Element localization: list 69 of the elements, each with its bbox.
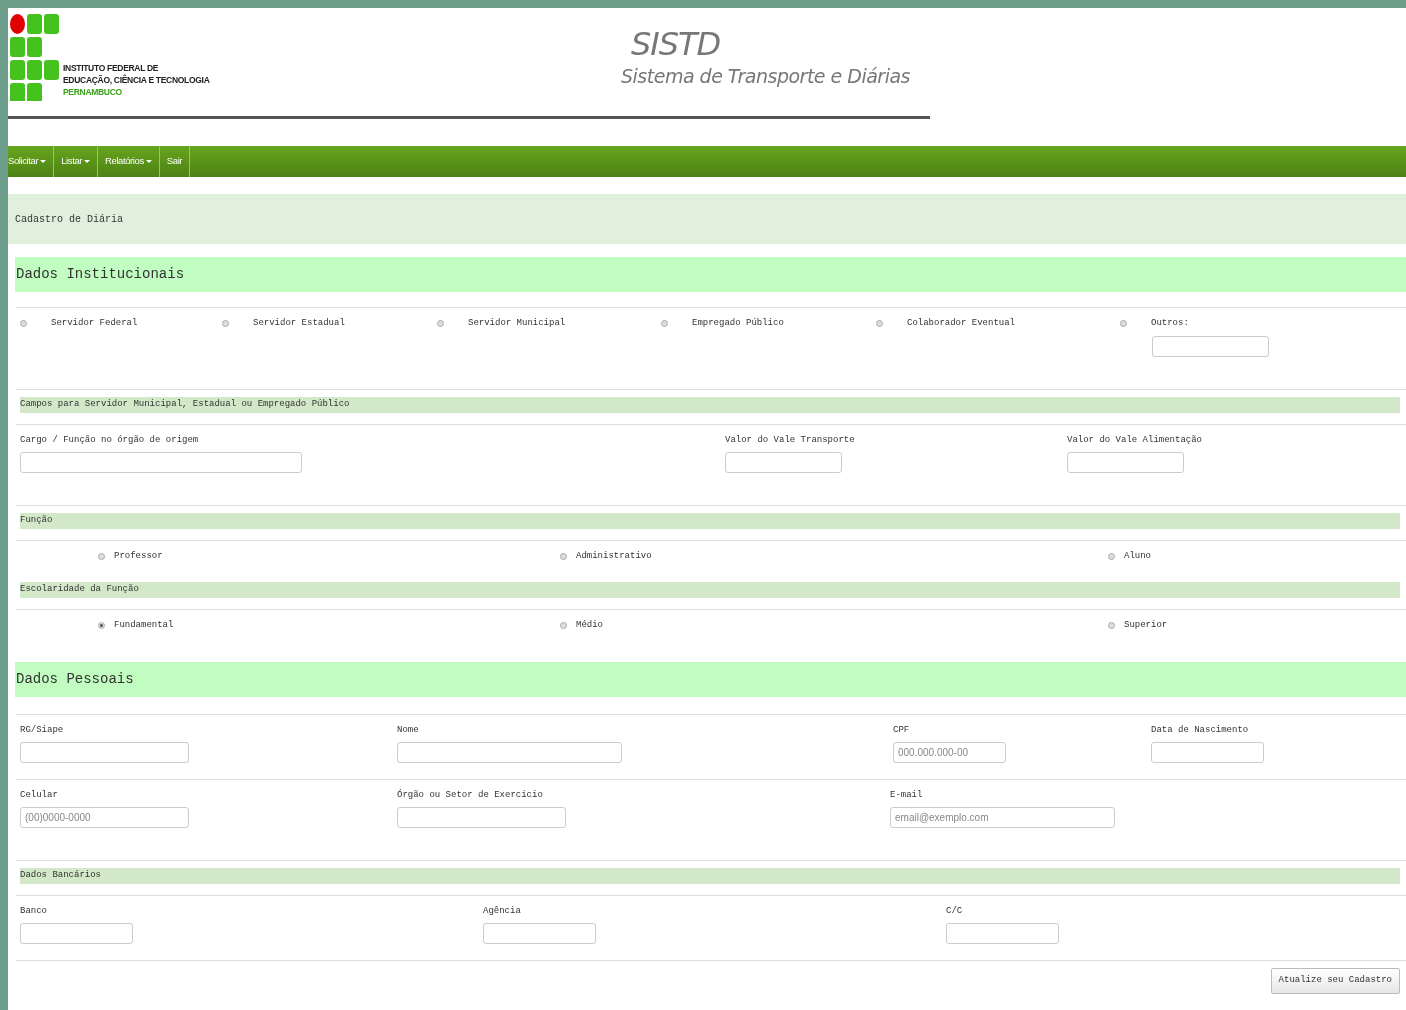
input-field[interactable] [397,806,566,828]
radio-label: Empregado Público [692,317,784,330]
input-field[interactable] [20,922,133,944]
field-label: Agência [483,905,522,918]
subsection-heading: Escolaridade da Função [20,582,1400,598]
app-subtitle: Sistema de Transporte e Diárias [621,64,910,89]
subsection-heading: Campos para Servidor Municipal, Estadual ou Empregado Público [20,397,1400,413]
field-label: RG/Siape [20,724,65,737]
page-title: Cadastro de Diária [8,194,1406,244]
field-label: Cargo / Função no órgão de origem [20,434,200,447]
radio-label: Aluno [1124,550,1151,563]
radio-label: Professor [114,550,163,563]
input-field[interactable] [1067,451,1184,473]
field-label: CPF [893,724,911,737]
radio-label: Médio [576,619,603,632]
radio-button[interactable] [1120,320,1127,328]
field-label: Banco [20,905,48,918]
logo-text: EDUCAÇÃO, CIÊNCIA E TECNOLOGIA [63,74,210,86]
nav-menu-item[interactable]: Listar [54,146,99,177]
section-heading: Dados Institucionais [16,265,185,284]
radio-label: Superior [1124,619,1168,632]
input-field[interactable]: email@exemplo.com [890,806,1115,828]
radio-button[interactable] [1108,622,1115,630]
submit-button[interactable]: Atualize seu Cadastro [1270,968,1400,994]
radio-button[interactable] [98,553,105,561]
radio-label: Fundamental [114,619,174,632]
input-field[interactable] [20,741,189,763]
nav-menu-item[interactable]: Relatórios [98,146,160,177]
radio-button[interactable] [876,320,883,328]
radio-button[interactable] [98,622,105,630]
radio-button[interactable] [560,553,567,561]
subsection-heading: Dados Bancários [20,868,1400,884]
radio-label: Servidor Estadual [253,317,345,330]
field-label: Data de Nascimento [1151,724,1250,737]
field-label: Nome [397,724,420,737]
radio-button[interactable] [1108,553,1115,561]
radio-label: Colaborador Eventual [907,317,1016,330]
subsection-heading: Função [20,513,1400,529]
radio-button[interactable] [222,320,229,328]
logo-icon [10,14,59,101]
logo-text: PERNAMBUCO [63,86,123,98]
input-field[interactable] [725,451,842,473]
input-field[interactable]: (00)0000-0000 [20,806,189,828]
field-label: Valor do Vale Transporte [725,434,856,447]
app-title: SISTD [629,26,722,62]
radio-label: Servidor Municipal [468,317,566,330]
radio-label: Servidor Federal [51,317,138,330]
input-field[interactable] [20,451,302,473]
field-label: Órgão ou Setor de Exercício [397,789,544,802]
input-field[interactable] [397,741,622,763]
radio-label: Outros: [1151,317,1189,330]
nav-menu-item[interactable]: Sair [159,146,191,177]
radio-button[interactable] [661,320,668,328]
logo-text: INSTITUTO FEDERAL DE [63,62,160,74]
section-heading: Dados Pessoais [16,670,134,689]
input-field[interactable] [483,922,596,944]
radio-button[interactable] [437,320,444,328]
field-label: Celular [20,789,59,802]
input-field[interactable] [946,922,1059,944]
radio-button[interactable] [560,622,567,630]
radio-label: Administrativo [576,550,652,563]
field-label: Valor do Vale Alimentação [1067,434,1204,447]
input-field[interactable]: 000.000.000-00 [893,741,1006,763]
field-label: C/C [946,905,964,918]
radio-button[interactable] [20,320,27,328]
field-label: E-mail [890,789,924,802]
input-field[interactable] [1151,741,1264,763]
input-field[interactable] [1152,335,1269,357]
nav-menu-item[interactable]: Solicitar [8,146,55,177]
